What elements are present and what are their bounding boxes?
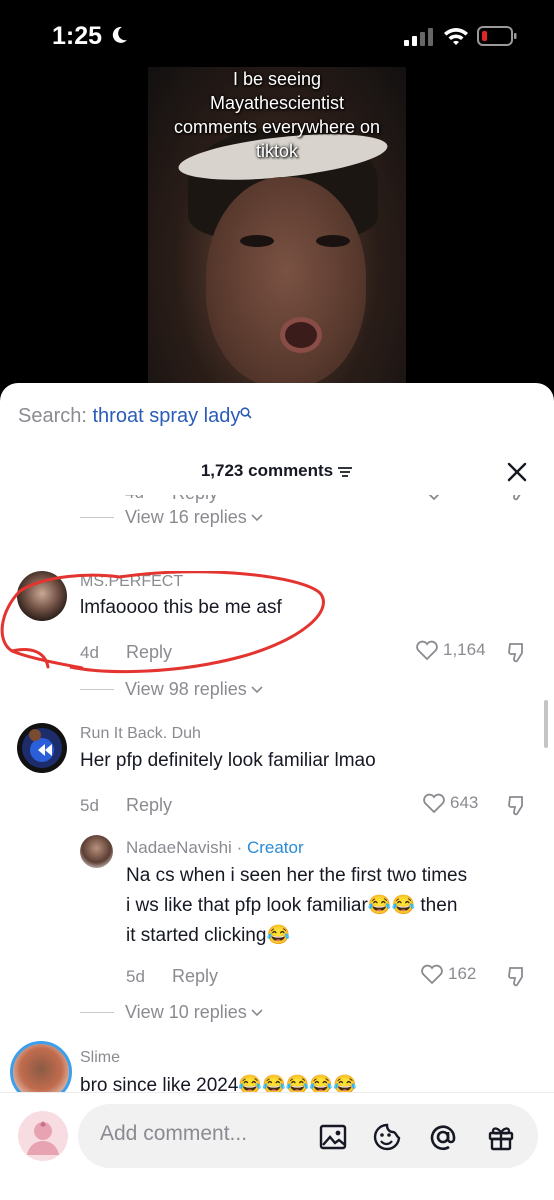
view-replies-label: View 10 replies <box>125 1002 247 1022</box>
heart-icon <box>416 640 438 661</box>
caption-line: tiktok <box>255 141 298 161</box>
divider-line <box>80 689 114 690</box>
add-comment-input[interactable] <box>100 1122 300 1146</box>
view-replies-button[interactable]: View 98 replies <box>80 679 263 700</box>
status-time: 1:25 <box>52 22 103 50</box>
caption-line: comments everywhere on <box>173 117 381 137</box>
rewind-logo-icon <box>22 728 62 768</box>
reply-username-row: NadaeNavishi · Creator <box>126 838 304 858</box>
comment-username[interactable]: Run It Back. Duh <box>80 725 201 743</box>
close-icon[interactable] <box>506 461 528 483</box>
like-button[interactable]: 162 <box>420 963 476 985</box>
default-avatar-icon <box>27 1121 59 1155</box>
comment-text-line: i ws like that pfp look familiar😂😂 then <box>126 895 458 916</box>
like-count: 162 <box>448 964 477 983</box>
like-button[interactable]: 643 <box>422 792 478 814</box>
my-avatar[interactable] <box>18 1111 68 1161</box>
like-count: 1,164 <box>443 640 486 659</box>
view-replies-button[interactable]: View 10 replies <box>80 1002 263 1023</box>
comments-sheet: Search: throat spray lady 1,723 comments… <box>0 383 554 1200</box>
comment-username[interactable]: MS.PERFECT <box>80 573 183 591</box>
caption-line: I be seeing <box>232 69 322 89</box>
wifi-icon <box>444 28 468 45</box>
comment-input-pill[interactable] <box>78 1104 538 1168</box>
divider-line <box>80 1012 114 1013</box>
username-separator: · <box>231 838 247 857</box>
search-term-link[interactable]: throat spray lady <box>93 405 241 427</box>
avatar[interactable] <box>80 835 113 868</box>
moon-icon <box>112 26 127 43</box>
search-suggestion[interactable]: Search: throat spray lady <box>18 405 252 428</box>
dislike-icon[interactable] <box>506 965 530 987</box>
avatar[interactable] <box>17 571 67 621</box>
comment-composer-bar <box>0 1092 554 1200</box>
heart-icon <box>423 793 445 814</box>
reply-button[interactable]: Reply <box>126 642 172 663</box>
reply-button[interactable]: Reply <box>172 966 218 987</box>
dislike-icon[interactable] <box>506 641 530 663</box>
video-caption: I be seeing Mayathescientist comments ev… <box>148 67 406 163</box>
reply-button[interactable]: Reply <box>172 495 218 504</box>
reply-button[interactable]: Reply <box>126 795 172 816</box>
dislike-icon[interactable] <box>506 495 530 501</box>
scrollbar-thumb[interactable] <box>544 700 548 748</box>
heart-icon <box>428 495 440 501</box>
chevron-down-icon <box>251 1008 263 1016</box>
partial-comment-actions: 4d Reply 106 <box>0 495 554 507</box>
creator-badge: Creator <box>246 838 304 857</box>
video-player[interactable]: I be seeing Mayathescientist comments ev… <box>148 67 406 387</box>
comment-age: 4d <box>80 643 99 662</box>
comment-text-line: it started clicking😂 <box>126 925 291 946</box>
avatar[interactable] <box>17 723 67 773</box>
comment-username[interactable]: NadaeNavishi <box>126 838 232 857</box>
image-icon[interactable] <box>318 1122 348 1152</box>
like-button[interactable]: 1,164 <box>415 639 486 661</box>
gift-icon[interactable] <box>486 1122 516 1152</box>
like-button[interactable]: 106 <box>422 495 480 501</box>
comment-username[interactable]: Slime <box>80 1049 120 1067</box>
avatar[interactable] <box>10 1041 72 1095</box>
comments-count: 1,723 comments <box>200 461 334 480</box>
divider-line <box>80 517 114 518</box>
comment-age: 4d <box>125 495 144 503</box>
caption-line: Mayathescientist <box>209 93 345 113</box>
search-label: Search: <box>18 405 87 427</box>
comments-list[interactable]: 4d Reply 106 View 16 replies MS.PERFECT … <box>0 495 554 1095</box>
signal-icon <box>404 28 433 46</box>
emoji-icon[interactable] <box>372 1122 402 1152</box>
comments-count-header[interactable]: 1,723 comments <box>0 461 554 481</box>
video-frame-eye-left <box>240 235 274 247</box>
comment-text: lmfaoooo this be me asf <box>80 597 282 618</box>
like-count: 106 <box>452 495 480 500</box>
video-frame-mouth <box>280 317 322 353</box>
view-replies-label: View 98 replies <box>125 679 247 699</box>
video-frame-eye-right <box>316 235 350 247</box>
comment-age: 5d <box>80 796 99 815</box>
status-bar: 1:25 <box>0 0 554 60</box>
comment-text-line: Na cs when i seen her the first two time… <box>126 865 468 886</box>
sort-icon[interactable] <box>337 466 353 478</box>
comment-age: 5d <box>126 967 145 986</box>
heart-icon <box>421 964 443 985</box>
dislike-icon[interactable] <box>506 794 530 816</box>
chevron-down-icon <box>251 513 263 521</box>
like-count: 643 <box>450 793 479 812</box>
view-replies-label: View 16 replies <box>125 507 247 527</box>
video-frame-face <box>206 177 366 387</box>
battery-icon <box>477 26 517 46</box>
comment-text: Her pfp definitely look familiar lmao <box>80 750 376 771</box>
mention-icon[interactable] <box>428 1122 458 1152</box>
chevron-down-icon <box>251 685 263 693</box>
search-icon <box>240 407 252 419</box>
view-replies-button[interactable]: View 16 replies <box>80 507 263 528</box>
